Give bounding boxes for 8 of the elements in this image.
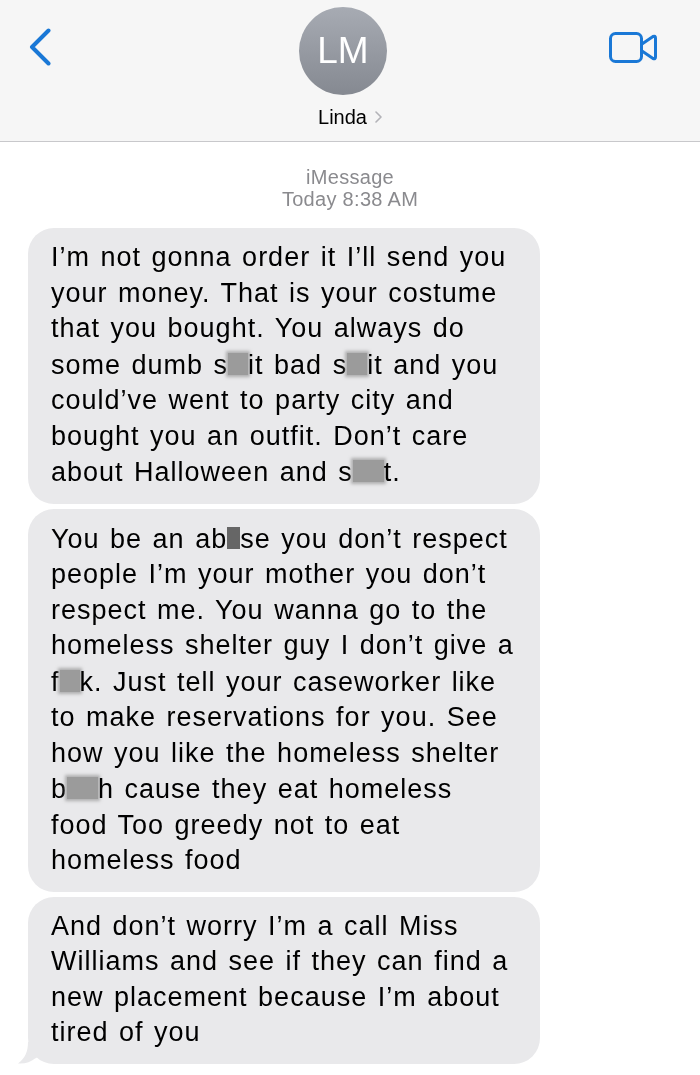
timestamp: Today 8:38 AM (281, 188, 419, 210)
back-icon[interactable] (29, 28, 51, 66)
service-label: iMessage (306, 166, 394, 188)
message-text: And don’t worry I’m a call Miss Williams and see if they can find a new placement because I’m about tired of you (51, 909, 510, 1049)
message-text: You be an ab se you don’t respect people I’m your mother you don’t respect me. You wanna go to the homeless shelter guy I don’t give a f k. Just tell your caseworker like to make reservations for you. See how you like the homeless shelter b h cause they eat homeless food Too greedy not to eat homeless food (51, 522, 515, 877)
video-camera-icon[interactable] (609, 32, 657, 63)
message-text: I’m not gonna order it I’ll send you your money. That is your costume that you bought. You always do some dumb s it bad s it and you could’ve went to party city and bought you an outfit. Don’t care about Halloween and s t. (51, 241, 508, 489)
contact-name[interactable]: Linda (318, 106, 367, 128)
